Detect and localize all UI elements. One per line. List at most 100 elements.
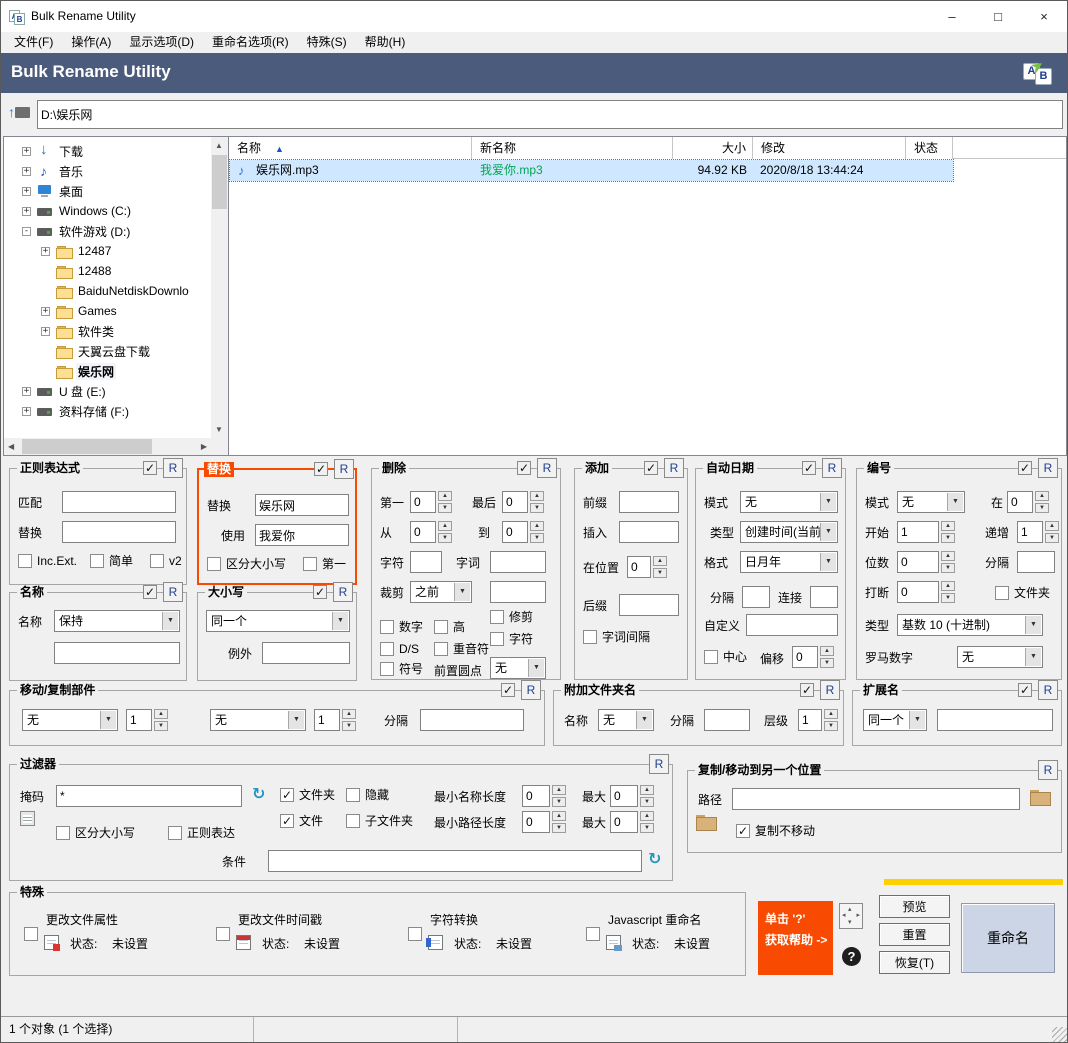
high-checkbox[interactable] [434, 620, 448, 634]
case-reset-button[interactable]: R [333, 582, 353, 602]
af-sep-input[interactable] [704, 709, 750, 731]
case-except-input[interactable] [262, 642, 350, 664]
filter-regex-checkbox[interactable] [168, 826, 182, 840]
remove-chars-input[interactable] [410, 551, 442, 573]
remove-high-option[interactable]: 高 [434, 619, 465, 635]
timestamp-checkbox[interactable] [216, 927, 230, 941]
date-custom-input[interactable] [746, 614, 838, 636]
min-path-spinner[interactable]: ▲▼ [522, 811, 566, 833]
minimize-button[interactable]: – [929, 1, 975, 32]
date-sep-input[interactable] [742, 586, 770, 608]
remove-to-input[interactable] [502, 521, 528, 543]
replace-enable-checkbox[interactable] [314, 462, 328, 476]
folders-checkbox[interactable] [280, 788, 294, 802]
filter-case-option[interactable]: 区分大小写 [56, 825, 135, 841]
path-input[interactable] [37, 100, 1063, 129]
expand-icon[interactable]: + [22, 187, 31, 196]
extension-enable-checkbox[interactable] [1018, 683, 1032, 697]
resize-grip[interactable] [1052, 1027, 1067, 1042]
spinner-arrows[interactable]: ▲▼ [820, 646, 834, 668]
mask-input[interactable] [56, 785, 242, 807]
column-header-newname[interactable]: 新名称 [472, 137, 673, 159]
javascript-rename-checkbox[interactable] [586, 927, 600, 941]
spinner-arrows[interactable]: ▲▼ [941, 521, 955, 543]
digits-checkbox[interactable] [380, 620, 394, 634]
spinner-arrows[interactable]: ▲▼ [438, 521, 452, 543]
regex-reset-button[interactable]: R [163, 458, 183, 478]
tree-item-6[interactable]: 12488 [6, 261, 210, 281]
collapse-icon[interactable]: - [22, 227, 31, 236]
at-pos-input[interactable] [627, 556, 651, 578]
spinner-arrows[interactable]: ▲▼ [1035, 491, 1049, 513]
spinner-arrows[interactable]: ▲▼ [640, 785, 654, 807]
remove-from-input[interactable] [410, 521, 436, 543]
min-name-spinner[interactable]: ▲▼ [522, 785, 566, 807]
num-break-spinner[interactable]: ▲▼ [897, 581, 955, 603]
af-name-select[interactable]: 无▼ [598, 709, 654, 731]
chars-checkbox[interactable] [490, 632, 504, 646]
scroll-up-icon[interactable]: ▲ [215, 141, 223, 150]
filter-subfolders-option[interactable]: 子文件夹 [346, 813, 413, 829]
expand-icon[interactable]: + [22, 407, 31, 416]
filter-case-checkbox[interactable] [56, 826, 70, 840]
close-button[interactable]: × [1021, 1, 1067, 32]
v2-checkbox[interactable] [150, 554, 164, 568]
movecopy-to-select[interactable]: 无▼ [210, 709, 306, 731]
append-folder-enable-checkbox[interactable] [800, 683, 814, 697]
filter-folders-option[interactable]: 文件夹 [280, 787, 335, 803]
filters-reset-button[interactable]: R [649, 754, 669, 774]
tree-vertical-scrollbar[interactable]: ▲ ▼ [211, 137, 228, 438]
menu-special[interactable]: 特殊(S) [298, 32, 356, 53]
regex-v2-option[interactable]: v2 [150, 553, 182, 569]
tree-item-7[interactable]: BaiduNetdiskDownlo [6, 281, 210, 301]
add-enable-checkbox[interactable] [644, 461, 658, 475]
tree-item-12[interactable]: +U 盘 (E:) [6, 381, 210, 401]
remove-chars-option[interactable]: 字符 [490, 631, 533, 647]
movecopy-n2-spinner[interactable]: ▲▼ [314, 709, 356, 731]
scroll-left-icon[interactable]: ◀ [8, 442, 14, 451]
files-checkbox[interactable] [280, 814, 294, 828]
preview-button[interactable]: 预览 [879, 895, 950, 918]
word-space-checkbox[interactable] [583, 630, 597, 644]
remove-last-spinner[interactable]: ▲▼ [502, 491, 544, 513]
num-pad-input[interactable] [897, 551, 939, 573]
max-path-spinner[interactable]: ▲▼ [610, 811, 654, 833]
spinner-arrows[interactable]: ▲▼ [342, 709, 356, 731]
incext-checkbox[interactable] [18, 554, 32, 568]
scroll-down-icon[interactable]: ▼ [215, 425, 223, 434]
name-mode-select[interactable]: 保持▼ [54, 610, 180, 632]
offset-spinner[interactable]: ▲▼ [792, 646, 834, 668]
dest-path-input[interactable] [732, 788, 1020, 810]
num-at-spinner[interactable]: ▲▼ [1007, 491, 1049, 513]
expand-icon[interactable]: + [22, 387, 31, 396]
movecopy-reset-button[interactable]: R [521, 680, 541, 700]
menu-rename-options[interactable]: 重命名选项(R) [203, 32, 298, 53]
roman-select[interactable]: 无▼ [957, 646, 1043, 668]
extension-text-input[interactable] [937, 709, 1053, 731]
replace-first-option[interactable]: 第一 [303, 556, 346, 572]
remove-accents-option[interactable]: 重音符 [434, 641, 489, 657]
tree-item-10[interactable]: 天翼云盘下载 [6, 341, 210, 361]
expand-icon[interactable]: + [41, 307, 50, 316]
spinner-arrows[interactable]: ▲▼ [552, 811, 566, 833]
at-pos-spinner[interactable]: ▲▼ [627, 556, 667, 578]
menu-file[interactable]: 文件(F) [5, 32, 62, 53]
max-name-spinner[interactable]: ▲▼ [610, 785, 654, 807]
max-name-input[interactable] [610, 785, 638, 807]
name-reset-button[interactable]: R [163, 582, 183, 602]
spinner-arrows[interactable]: ▲▼ [552, 785, 566, 807]
extension-mode-select[interactable]: 同一个▼ [863, 709, 927, 731]
numbering-reset-button[interactable]: R [1038, 458, 1058, 478]
ds-checkbox[interactable] [380, 642, 394, 656]
expand-icon[interactable]: + [22, 147, 31, 156]
replace-first-checkbox[interactable] [303, 557, 317, 571]
tree-horizontal-scrollbar[interactable]: ◀ ▶ [4, 438, 211, 455]
date-mode-select[interactable]: 无▼ [740, 491, 838, 513]
num-start-input[interactable] [897, 521, 939, 543]
tree-item-2[interactable]: +桌面 [6, 181, 210, 201]
remove-trim-option[interactable]: 修剪 [490, 609, 533, 625]
tree-item-5[interactable]: +12487 [6, 241, 210, 261]
column-header-size[interactable]: 大小 [673, 137, 753, 159]
menu-help[interactable]: 帮助(H) [356, 32, 415, 53]
remove-digits-option[interactable]: 数字 [380, 619, 423, 635]
